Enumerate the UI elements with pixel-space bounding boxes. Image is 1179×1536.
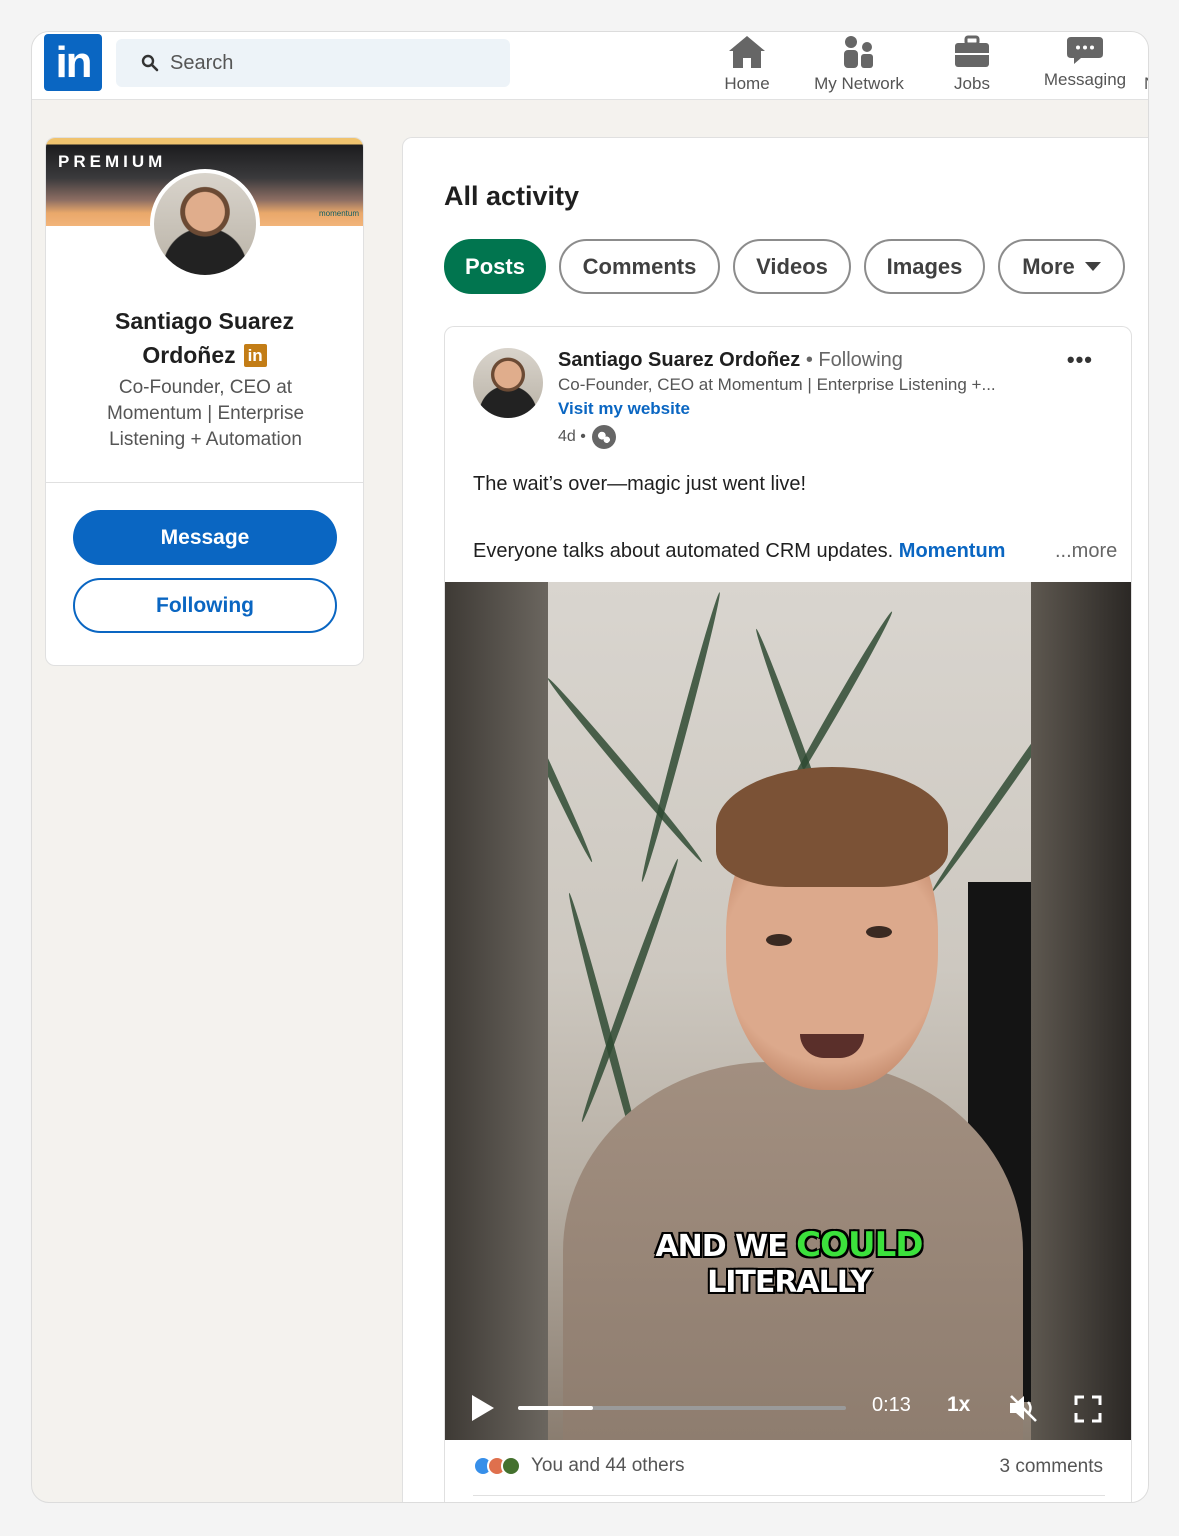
- profile-name-line2: Ordoñez: [142, 342, 236, 368]
- visit-website-link[interactable]: Visit my website: [558, 399, 690, 419]
- person-hair: [716, 767, 948, 887]
- nav-messaging[interactable]: Messaging: [1039, 34, 1131, 98]
- caret-down-icon: [1084, 262, 1101, 271]
- person-eye: [866, 926, 892, 938]
- following-button[interactable]: Following: [73, 578, 337, 633]
- banner-brand: momentum: [318, 209, 359, 218]
- tab-comments[interactable]: Comments: [559, 239, 720, 294]
- tab-videos-label: Videos: [756, 253, 828, 279]
- video-progress-fill: [518, 1406, 594, 1410]
- post-video[interactable]: AND WE COULD LITERALLY 0:13 1x: [445, 582, 1131, 1440]
- playback-speed-button[interactable]: 1x: [947, 1393, 970, 1417]
- video-controls: 0:13 1x: [445, 1370, 1131, 1440]
- top-navigation: in Home My Network Jobs Messaging N: [32, 32, 1148, 100]
- activity-panel: All activity Posts Comments Videos Image…: [402, 137, 1148, 1502]
- caption-highlight: COULD: [796, 1225, 923, 1265]
- post-text-body: Everyone talks about automated CRM updat…: [473, 540, 894, 562]
- profile-name-line1: Santiago Suarez: [115, 308, 294, 334]
- post-follow-status: Following: [818, 349, 903, 371]
- chat-icon: [1067, 37, 1103, 64]
- tab-comments-label: Comments: [582, 253, 697, 279]
- people-icon: [844, 36, 873, 68]
- tab-posts[interactable]: Posts: [444, 239, 546, 294]
- post-author-name[interactable]: Santiago Suarez Ordoñez: [558, 349, 800, 371]
- linkedin-logo[interactable]: in: [44, 34, 102, 91]
- tab-more[interactable]: More: [998, 239, 1125, 294]
- post-reactions[interactable]: You and 44 others: [473, 1455, 685, 1477]
- play-icon[interactable]: [472, 1395, 494, 1421]
- nav-jobs-label: Jobs: [954, 74, 990, 93]
- post-meta: 4d •: [558, 425, 616, 449]
- post-text-line1: The wait’s over—magic just went live!: [473, 473, 807, 495]
- profile-avatar[interactable]: [150, 169, 260, 279]
- caption-white-1: AND WE: [655, 1229, 787, 1264]
- caption-white-2: LITERALLY: [707, 1265, 872, 1300]
- post-author-headline: Co-Founder, CEO at Momentum | Enterprise…: [558, 375, 996, 394]
- post-author-line: Santiago Suarez Ordoñez • Following: [558, 349, 903, 372]
- leaf-shape: [548, 624, 596, 864]
- nav-my-network-label: My Network: [814, 74, 904, 93]
- nav-my-network[interactable]: My Network: [807, 34, 911, 98]
- see-more-link[interactable]: ...more: [1041, 540, 1118, 563]
- tab-more-label: More: [1022, 253, 1075, 279]
- video-blur-right: [1031, 582, 1131, 1440]
- support-reaction-icon: [501, 1456, 521, 1476]
- person-eye: [766, 934, 792, 946]
- post-mention-link[interactable]: Momentum: [899, 540, 1006, 562]
- post-divider: [473, 1495, 1105, 1496]
- premium-badge-icon: in: [243, 343, 267, 367]
- briefcase-icon: [955, 35, 989, 67]
- activity-title: All activity: [444, 181, 580, 211]
- post-age: 4d •: [558, 428, 586, 445]
- nav-jobs[interactable]: Jobs: [950, 34, 994, 98]
- video-frame: [548, 582, 1031, 1440]
- profile-card: PREMIUM momentum Santiago Suarez Ordoñez…: [45, 137, 364, 666]
- search-box[interactable]: [116, 39, 510, 87]
- tab-images[interactable]: Images: [864, 239, 985, 294]
- muted-speaker-icon[interactable]: [1007, 1393, 1039, 1423]
- video-blur-left: [445, 582, 548, 1440]
- message-button[interactable]: Message: [73, 510, 337, 565]
- post-text-line2: Everyone talks about automated CRM updat…: [473, 540, 1118, 563]
- comments-count-link[interactable]: 3 comments: [1000, 1456, 1103, 1478]
- reaction-icons: [473, 1456, 521, 1476]
- tab-images-label: Images: [886, 253, 963, 279]
- nav-messaging-label: Messaging: [1043, 70, 1127, 89]
- profile-name[interactable]: Santiago Suarez Ordoñez in: [46, 304, 363, 372]
- fullscreen-icon[interactable]: [1073, 1394, 1103, 1424]
- profile-headline: Co-Founder, CEO at Momentum | Enterprise…: [106, 377, 305, 450]
- video-progress-bar[interactable]: [518, 1406, 846, 1410]
- nav-home[interactable]: Home: [722, 34, 772, 98]
- video-time: 0:13: [872, 1394, 911, 1416]
- tab-videos[interactable]: Videos: [733, 239, 851, 294]
- post-more-options-icon[interactable]: •••: [1067, 347, 1093, 373]
- post-author-avatar[interactable]: [473, 348, 543, 418]
- tab-posts-label: Posts: [465, 253, 525, 279]
- divider: [46, 482, 363, 483]
- video-caption: AND WE COULD LITERALLY: [445, 1225, 1131, 1301]
- globe-icon: [591, 425, 616, 449]
- leaf-shape: [548, 675, 706, 865]
- home-icon: [729, 36, 765, 68]
- premium-label: PREMIUM: [58, 152, 167, 171]
- search-input[interactable]: [170, 39, 490, 87]
- reactions-text: You and 44 others: [531, 1455, 685, 1476]
- search-icon: [141, 54, 159, 72]
- browser-window: in Home My Network Jobs Messaging N PREM…: [31, 31, 1149, 1503]
- post-card: Santiago Suarez Ordoñez • Following Co-F…: [444, 326, 1132, 1502]
- post-separator: •: [805, 349, 813, 371]
- nav-home-label: Home: [724, 74, 770, 93]
- nav-overflow-item[interactable]: N: [1144, 74, 1148, 92]
